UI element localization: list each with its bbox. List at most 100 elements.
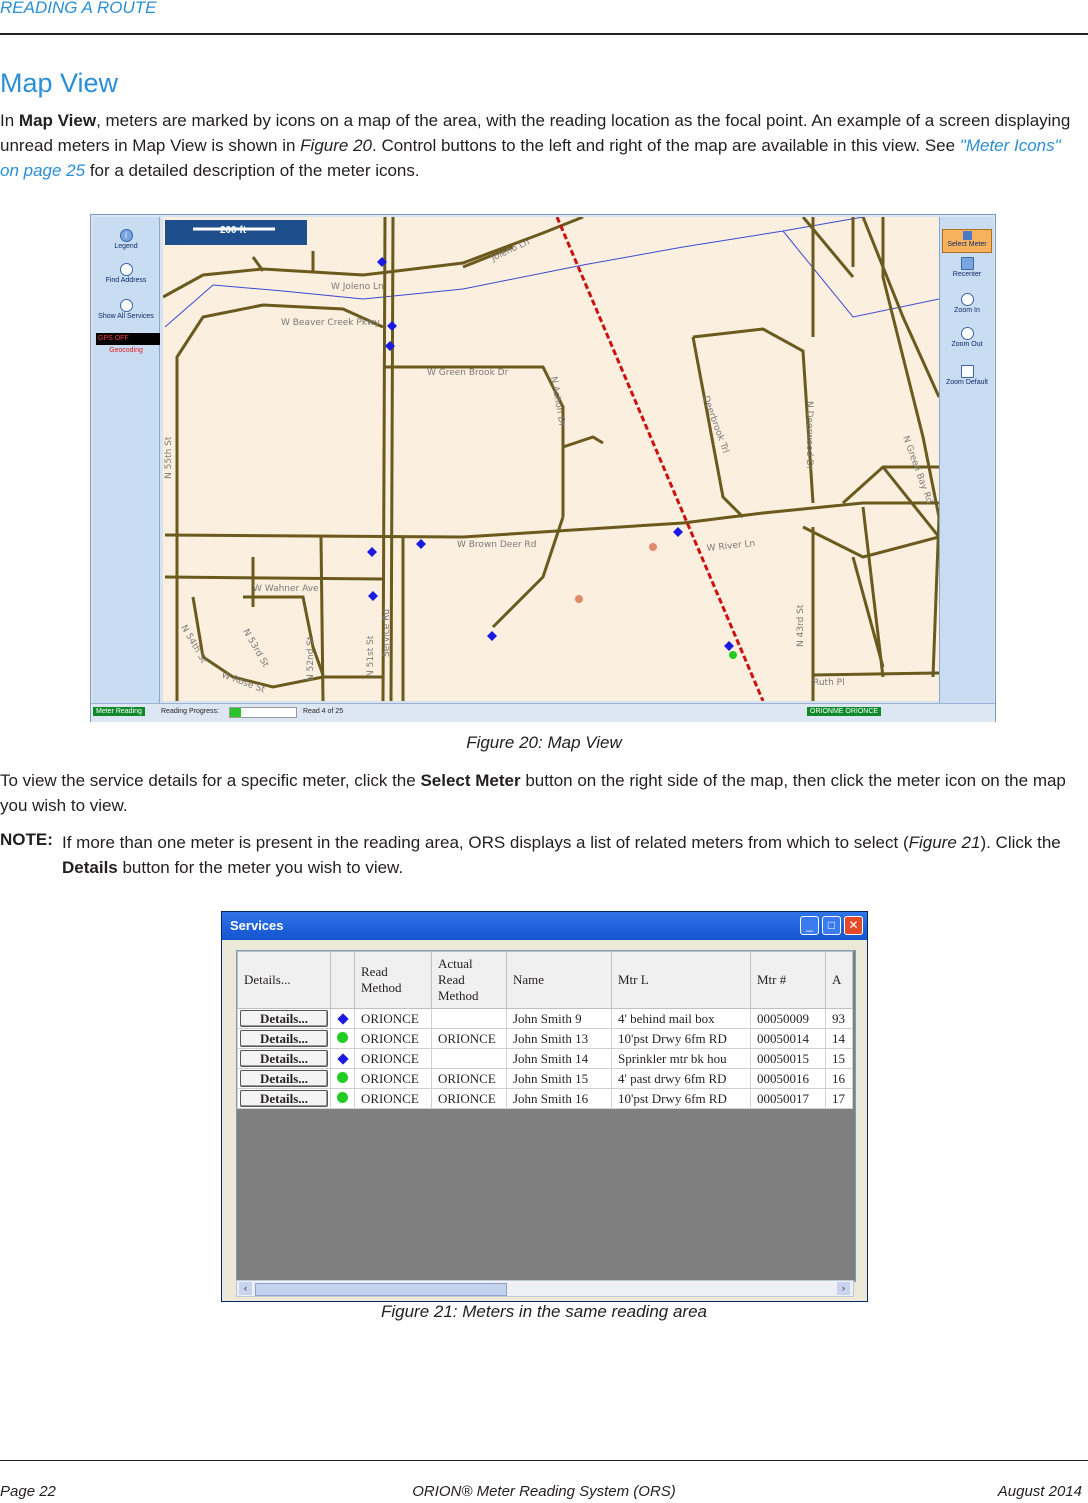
green-circle-icon [337,1091,348,1103]
street-label: Deerbrook Trl [700,395,730,455]
maximize-icon[interactable]: □ [822,916,841,935]
search-icon [119,263,133,276]
details-button-cell: Details... [237,1028,331,1049]
services-grid: Details... Read Method Actual Read Method N… [236,950,856,1282]
transformer-icon [575,595,583,603]
scroll-left-icon[interactable]: ‹ [239,1282,252,1295]
details-button[interactable]: Details... [240,1090,328,1107]
map-view-figure: i Legend Find Address Show All Services G… [90,214,996,722]
status-icon-cell [330,1068,355,1089]
street-label: W Green Brook Dr [427,368,509,378]
find-address-button[interactable]: Find Address [93,263,159,284]
actual-read-method-cell: ORIONCE [431,1068,507,1089]
transformer-icon [649,543,657,551]
select-meter-button[interactable]: Select Meter [942,229,992,253]
close-icon[interactable]: ✕ [844,916,863,935]
street-label: N 51st St [366,635,376,677]
scroll-thumb[interactable] [255,1283,507,1296]
read-method-badge: ORIONME ORIONCE [807,707,882,716]
zoom-default-button[interactable]: Zoom Default [940,365,994,386]
zoom-in-button[interactable]: + Zoom In [940,293,994,314]
progress-bar [229,707,297,718]
actual-read-method-cell [431,1048,507,1069]
street-label: Service Rd [382,609,392,657]
scale-label: 200 ft [219,225,247,236]
status-icon-cell [330,1008,355,1029]
column-header[interactable]: Mtr # [750,951,826,1009]
meter-icon-unread [387,321,397,331]
river [782,230,939,318]
read-count: Read 4 of 25 [303,708,344,715]
details-button-cell: Details... [237,1088,331,1109]
show-all-services-button[interactable]: Show All Services [93,299,159,320]
name-cell: John Smith 15 [506,1068,612,1089]
street-map: W Joleno Ln Joleno Ln W Beaver Creek Pkw… [163,217,939,701]
blue-diamond-icon [336,1052,349,1065]
progress-fill [230,708,241,717]
label: Select Meter [947,241,987,248]
details-button[interactable]: Details... [240,1030,328,1047]
table-row: Details... ORIONCE ORIONCE John Smith 15 4' … [237,1068,853,1089]
column-header[interactable]: Mtr L [611,951,751,1009]
street-label: W Joleno Ln [331,282,384,292]
label: Find Address [105,277,147,284]
text: To view the service details for a specif… [0,771,421,790]
details-button[interactable]: Details... [240,1050,328,1067]
meter-number-cell: 00050015 [750,1048,826,1069]
details-button[interactable]: Details... [240,1070,328,1087]
title-bar: Services _ □ ✕ [222,912,867,940]
text: button for the meter you wish to view. [117,858,404,877]
status-icon-cell [330,1088,355,1109]
text: for a detailed description of the meter … [85,161,420,180]
map-canvas[interactable]: W Joleno Ln Joleno Ln W Beaver Creek Pkw… [163,217,939,701]
column-header[interactable] [330,951,355,1009]
street-label: W Brown Deer Rd [457,540,536,550]
minimize-icon[interactable]: _ [800,916,819,935]
actual-read-method-cell [431,1008,507,1029]
meter-number-cell: 00050014 [750,1028,826,1049]
label: Legend [114,243,138,250]
zoom-out-button[interactable]: − Zoom Out [940,327,994,348]
publication-date: August 2014 [997,1483,1082,1500]
street-label: W Rose St [220,670,267,695]
street-label: Ruth Pl [813,678,845,688]
mode-badge: Meter Reading [93,707,145,716]
text-bold: Select Meter [420,771,521,790]
column-header[interactable]: Name [506,951,612,1009]
column-header[interactable]: Read Method [354,951,432,1009]
window-title: Services [230,918,284,933]
meter-icon-unread [368,591,378,601]
left-toolbar: i Legend Find Address Show All Services G… [93,217,160,703]
horizontal-scrollbar[interactable]: ‹ › [236,1280,854,1297]
table-row: Details... ORIONCE John Smith 9 4' behind m… [237,1008,853,1029]
header-row: Details... Read Method Actual Read Method N… [237,951,853,1009]
note-label: NOTE: [0,830,53,849]
figure-ref: Figure 21 [908,833,981,852]
legend-button[interactable]: i Legend [93,229,159,250]
scroll-right-icon[interactable]: › [837,1282,850,1295]
page-title: Map View [0,68,119,98]
green-circle-icon [337,1031,348,1043]
details-button[interactable]: Details... [240,1010,328,1027]
meter-icons [367,257,734,651]
gps-status[interactable]: GPS OFF [96,333,160,345]
street-label: N 55th St [164,436,174,479]
blue-diamond-icon [336,1012,349,1025]
section-header: READING A ROUTE [0,0,157,17]
column-header[interactable]: Actual Read Method [431,951,507,1009]
geocoding-label[interactable]: Geocoding [93,347,159,354]
note-body: If more than one meter is present in the… [62,830,1072,880]
column-header[interactable]: Details... [237,951,331,1009]
figure-ref: Figure 20 [300,136,372,155]
recenter-button[interactable]: Recenter [940,257,994,278]
street-label: N 54th St [178,624,208,666]
street-label: W Wahner Ave [253,584,319,594]
status-icon-cell [330,1048,355,1069]
meter-number-cell: 00050017 [750,1088,826,1109]
text: ). Click the [980,833,1061,852]
street-label: N 53rd St [240,628,270,670]
text: In [0,111,19,130]
zoom-in-icon: + [960,293,974,306]
street-label: N 52nd St [306,636,316,681]
column-header[interactable]: A [825,951,853,1009]
